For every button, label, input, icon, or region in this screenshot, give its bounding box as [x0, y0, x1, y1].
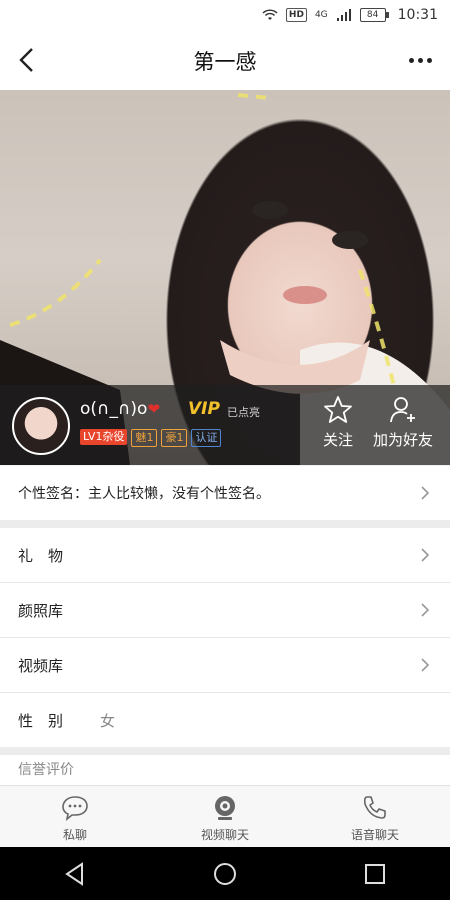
more-button[interactable]	[404, 44, 436, 76]
network-label: 4G	[314, 10, 328, 20]
tab-label: 视频聊天	[200, 828, 249, 842]
battery-icon: 84	[359, 8, 389, 22]
nickname: o(∩_∩)o❤	[80, 399, 160, 419]
gender-label: 性 别	[18, 711, 64, 730]
add-friend-label: 加为好友	[372, 431, 433, 449]
menu-item-label: 颜照库	[18, 601, 64, 620]
tab-label: 私聊	[62, 828, 87, 842]
system-nav-bar	[0, 847, 450, 900]
avatar[interactable]	[12, 397, 70, 455]
section-gap	[0, 520, 450, 528]
home-circle-icon[interactable]	[212, 861, 238, 887]
gender-value: 女	[100, 711, 116, 730]
page-title: 第一感	[193, 50, 257, 74]
recents-square-icon[interactable]	[362, 861, 388, 887]
top-nav: 第一感	[0, 30, 450, 90]
hd-icon: HD	[285, 8, 307, 22]
webcam-icon	[215, 796, 235, 820]
section-gap	[0, 747, 450, 755]
follow-button[interactable]: 关注	[318, 395, 358, 455]
status-bar: HD 4G 84 10:31	[0, 0, 450, 30]
profile-summary-bar: o(∩_∩)o❤ VIP 已点亮 LV1杂役 魅1 豪1 认证 关注 加为好友	[0, 385, 450, 465]
phone-icon	[363, 796, 386, 819]
signature-row[interactable]: 个性签名：主人比较懒，没有个性签名。	[0, 466, 450, 520]
verified-badge: 认证	[191, 429, 222, 447]
back-triangle-icon[interactable]	[62, 861, 88, 887]
signature-text: 个性签名：主人比较懒，没有个性签名。	[18, 486, 270, 502]
battery-level: 84	[366, 10, 379, 20]
nickname-text: o(∩_∩)o	[80, 399, 148, 419]
chevron-right-icon	[421, 603, 430, 617]
heart-icon: ❤	[147, 400, 161, 418]
menu-item-video-library[interactable]: 视频库	[0, 638, 450, 692]
follow-label: 关注	[322, 431, 353, 449]
star-icon	[324, 396, 352, 423]
clock: 10:31	[397, 7, 438, 23]
video-chat-button[interactable]: 视频聊天	[150, 786, 300, 848]
chevron-right-icon	[421, 658, 430, 672]
reputation-title: 信誉评价	[18, 762, 74, 778]
wifi-icon	[262, 9, 278, 20]
more-dot	[417, 57, 423, 63]
wealth-badge: 豪1	[161, 429, 188, 447]
chevron-right-icon	[421, 548, 430, 562]
more-dot	[426, 57, 432, 63]
private-chat-button[interactable]: 私聊	[0, 786, 150, 848]
voice-chat-button[interactable]: 语音聊天	[300, 786, 450, 848]
add-user-icon	[390, 397, 415, 423]
charm-badge: 魅1	[131, 429, 158, 447]
tab-label: 语音聊天	[350, 828, 399, 842]
vip-status: 已点亮	[227, 406, 260, 419]
level-badge: LV1杂役	[80, 429, 128, 445]
gender-row: 性 别 女	[0, 693, 450, 747]
vip-badge: VIP	[188, 399, 220, 419]
menu-item-label: 礼 物	[18, 546, 64, 565]
more-dot	[408, 57, 414, 63]
menu-item-gifts[interactable]: 礼 物	[0, 528, 450, 582]
menu-item-photo-library[interactable]: 颜照库	[0, 583, 450, 637]
add-friend-button[interactable]: 加为好友	[366, 395, 440, 455]
signal-icon	[336, 9, 351, 21]
bottom-action-bar: 私聊 视频聊天 语音聊天	[0, 785, 450, 848]
menu-item-label: 视频库	[18, 656, 64, 675]
badge-list: LV1杂役 魅1 豪1 认证	[80, 429, 222, 447]
chat-bubble-icon	[62, 796, 88, 821]
chevron-right-icon	[421, 486, 430, 500]
